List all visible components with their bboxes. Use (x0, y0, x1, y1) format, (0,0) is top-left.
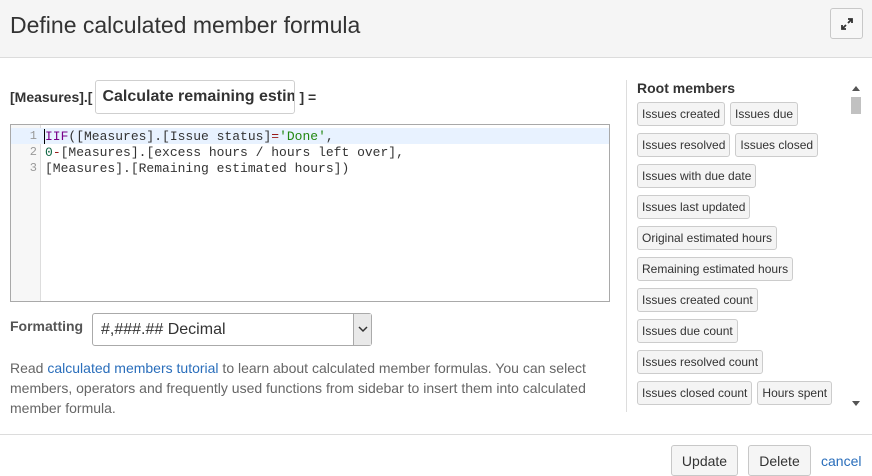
formatting-selected-value: #,###.## Decimal (101, 320, 226, 338)
root-member-chip[interactable]: Issues created (637, 102, 726, 126)
code-text: [Measures].[Remaining estimated hours]) (41, 161, 349, 176)
scroll-up-button[interactable] (847, 80, 864, 97)
code-token: - (52, 144, 61, 160)
code-text: IIF([Measures].[Issue status]='Done', (41, 128, 334, 144)
root-member-chip[interactable]: Issues due (730, 102, 799, 126)
member-name-input[interactable]: Calculate remaining estimated hours (95, 80, 296, 114)
line-number: 1 (29, 129, 37, 143)
select-arrow[interactable] (353, 314, 371, 345)
expand-button[interactable] (830, 8, 863, 39)
scrollbar[interactable] (847, 80, 864, 412)
code-token: 0 (45, 144, 53, 160)
root-member-chip[interactable]: Issues with due date (637, 164, 757, 188)
code-token: [Measures].[excess hours / hours left ov… (60, 144, 404, 160)
line-number: 2 (29, 145, 37, 159)
name-suffix: ] = (299, 89, 317, 105)
help-text-before: Read (10, 360, 48, 376)
line-number: 3 (29, 161, 37, 175)
update-button[interactable]: Update (671, 445, 738, 476)
help-text: Read calculated members tutorial to lear… (10, 358, 610, 418)
code-text: 0-[Measures].[excess hours / hours left … (41, 145, 404, 160)
dialog-footer: Update Delete cancel (0, 434, 872, 476)
scroll-down-button[interactable] (847, 395, 864, 412)
formula-editor[interactable]: 1 IIF([Measures].[Issue status]='Done', 2 0… (10, 124, 610, 302)
root-members-panel: Root members Issues created Issues due Iss… (626, 80, 864, 412)
code-token: 'Done' (279, 128, 326, 144)
cancel-link[interactable]: cancel (821, 453, 861, 469)
root-member-chip[interactable]: Issues resolved count (637, 350, 764, 374)
root-member-chip[interactable]: Issues due count (637, 319, 738, 343)
delete-button[interactable]: Delete (748, 445, 811, 476)
code-token: = (271, 128, 280, 144)
formatting-label: Formatting (10, 318, 84, 334)
chevron-down-icon (357, 326, 368, 333)
root-member-chip[interactable]: Hours spent (757, 381, 833, 405)
code-line: 2 0-[Measures].[excess hours / hours left… (11, 144, 609, 160)
code-token: [Measures].[Remaining estimated hours]) (45, 160, 350, 176)
code-lines: 1 IIF([Measures].[Issue status]='Done', 2 0… (11, 128, 609, 176)
code-token: IIF (44, 128, 69, 144)
tutorial-link[interactable]: calculated members tutorial (47, 360, 218, 376)
root-member-chip[interactable]: Issues created count (637, 288, 758, 312)
dialog-header: Define calculated member formula (0, 0, 872, 58)
expand-arrows-icon (840, 17, 853, 30)
root-member-chip[interactable]: Original estimated hours (637, 226, 778, 250)
scroll-down-icon (851, 401, 860, 406)
root-member-chip[interactable]: Issues resolved (637, 133, 731, 157)
root-members-list: Issues created Issues due Issues resolved I… (637, 102, 847, 412)
code-token: ([Measures].[Issue status] (68, 128, 272, 144)
code-line: 1 IIF([Measures].[Issue status]='Done', (11, 128, 609, 144)
scrollbar-thumb[interactable] (851, 97, 861, 114)
code-line: 3 [Measures].[Remaining estimated hours]) (11, 160, 609, 176)
root-member-chip[interactable]: Issues closed (735, 133, 819, 157)
root-member-chip[interactable]: Issues last updated (637, 195, 751, 219)
code-token: , (325, 128, 334, 144)
root-member-chip[interactable]: Issues closed count (637, 381, 753, 405)
formatting-select[interactable]: #,###.## Decimal (92, 313, 372, 346)
scroll-up-icon (851, 86, 860, 91)
root-members-title: Root members (637, 80, 736, 96)
dialog-title: Define calculated member formula (10, 12, 361, 38)
member-name-row: [Measures].[ Calculate remaining estimat… (10, 80, 316, 114)
root-member-chip[interactable]: Remaining estimated hours (637, 257, 794, 281)
name-prefix: [Measures].[ (10, 89, 93, 105)
